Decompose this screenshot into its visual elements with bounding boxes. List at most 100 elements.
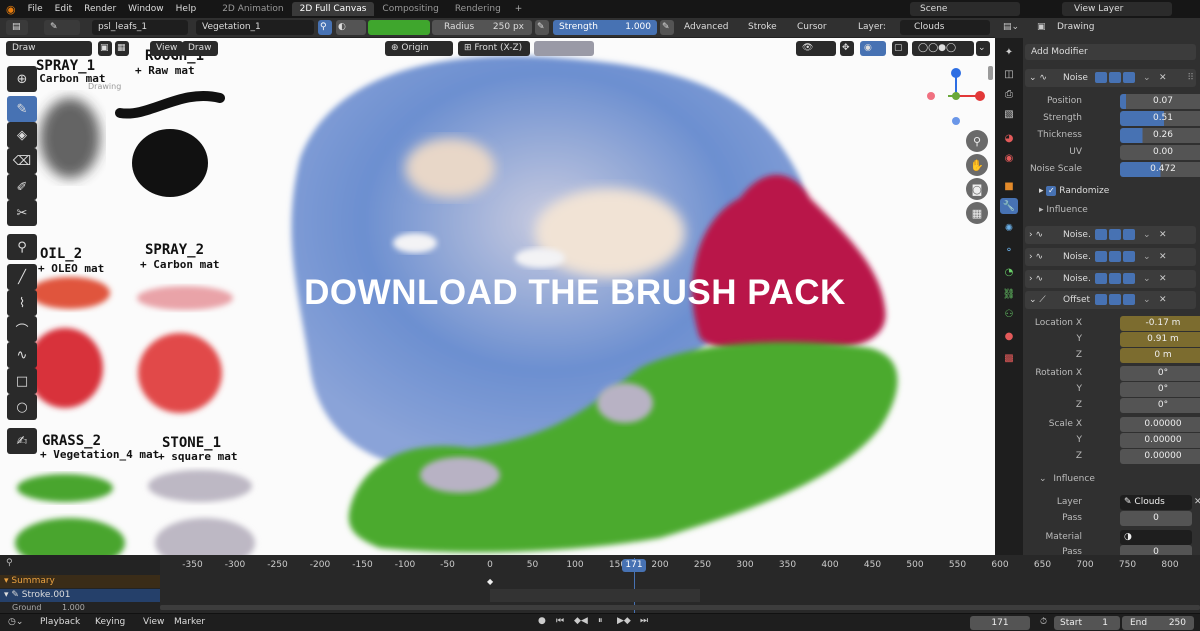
view-layer-selector[interactable]: View Layer	[1062, 2, 1172, 16]
next-keyframe-icon[interactable]: ▶◆	[617, 616, 631, 626]
draw-tool-icon[interactable]: ✎	[7, 96, 37, 122]
curve-tool-icon[interactable]: ∿	[7, 342, 37, 368]
physics-tab-icon[interactable]: ◔	[1000, 264, 1018, 280]
mode-selector[interactable]: Draw	[6, 41, 92, 56]
offset-modifier-header[interactable]: ⌄ ⟋ Offset ⌄ ✕	[1025, 291, 1196, 309]
pass-field[interactable]: 0	[1120, 511, 1192, 526]
blender-logo-icon[interactable]: ◉	[6, 3, 16, 16]
modifier-tab-icon[interactable]: 🔧	[1000, 198, 1018, 214]
jump-end-icon[interactable]: ⏭	[640, 616, 648, 626]
radius-pressure-icon[interactable]: ✎	[535, 20, 549, 35]
layer-filter-field[interactable]: ✎ Clouds	[1120, 495, 1192, 510]
scale-z-field[interactable]: 0.00000	[1120, 449, 1200, 464]
keying-menu[interactable]: Keying	[95, 617, 125, 627]
arc-tool-icon[interactable]: ⌒	[7, 316, 37, 342]
strength-pressure-icon[interactable]: ✎	[660, 20, 674, 35]
pause-icon[interactable]: ⏸	[598, 616, 603, 626]
layer-field[interactable]: Clouds	[900, 20, 990, 35]
render-tab-icon[interactable]: ◫	[1000, 66, 1018, 82]
output-tab-icon[interactable]: ⎙	[1000, 86, 1018, 102]
brush-color-swatch[interactable]	[368, 20, 430, 35]
radius-field[interactable]: Radius 250 px	[432, 20, 532, 35]
object-mode-icon[interactable]: ▣	[98, 41, 112, 56]
material-tab-icon[interactable]: ●	[1000, 328, 1018, 344]
overlay-icon[interactable]: ◉	[860, 41, 886, 56]
xray-icon[interactable]: ▢	[892, 41, 908, 56]
noise-influence-panel[interactable]: ▸ Influence	[1039, 205, 1088, 215]
offset-influence-panel[interactable]: ⌄ Influence	[1039, 474, 1095, 484]
draw-menu[interactable]: Draw	[182, 41, 218, 56]
tint-tool-icon[interactable]: ✐	[7, 174, 37, 200]
tab-2d-full-canvas[interactable]: 2D Full Canvas	[291, 2, 375, 16]
material-filter-field[interactable]: ◑	[1120, 530, 1192, 545]
location-z-field[interactable]: 0 m	[1120, 348, 1200, 363]
view-menu[interactable]: View	[150, 41, 184, 56]
marker-menu[interactable]: Marker	[174, 617, 205, 627]
menu-edit[interactable]: Edit	[49, 4, 78, 14]
noise-modifier-3[interactable]: › ∿ Noise. ⌄ ✕	[1025, 248, 1196, 266]
pan-hand-icon[interactable]: ✋	[966, 154, 988, 176]
menu-window[interactable]: Window	[122, 4, 170, 14]
edit-mode-icon[interactable]: ▦	[115, 41, 129, 56]
editor-type-icon[interactable]: ▤	[6, 20, 28, 35]
clear-layer-icon[interactable]: ✕	[1194, 495, 1200, 510]
ground-channel[interactable]: Ground 1.000	[0, 603, 160, 613]
thickness-field[interactable]: 0.26	[1120, 128, 1200, 143]
circle-tool-icon[interactable]: ○	[7, 394, 37, 420]
zoom-icon[interactable]: ⚲	[966, 130, 988, 152]
strength-field[interactable]: 0.51	[1120, 111, 1200, 126]
modifier-remove-icon[interactable]: ✕	[1159, 69, 1167, 87]
pass2-field[interactable]: 0	[1120, 545, 1192, 555]
texture-tab-icon[interactable]: ▩	[1000, 350, 1018, 366]
search-icon[interactable]: ⚲	[6, 558, 13, 568]
drag-handle-icon[interactable]: ⠿	[1187, 69, 1194, 87]
viewport[interactable]: SPRAY_1 + Carbon mat ROUGH_1 + Raw mat O…	[0, 38, 995, 555]
record-button-icon[interactable]: ●	[538, 616, 546, 626]
tab-2d-animation[interactable]: 2D Animation	[214, 2, 291, 16]
menu-help[interactable]: Help	[170, 4, 203, 14]
scene-selector[interactable]: Scene	[910, 2, 1020, 16]
cutter-tool-icon[interactable]: ✂	[7, 200, 37, 226]
playback-menu[interactable]: Playback	[40, 617, 80, 627]
cursor-tool-icon[interactable]: ⊕	[7, 66, 37, 92]
jump-start-icon[interactable]: ⏮	[556, 616, 564, 626]
object-tab-icon[interactable]: ■	[1000, 178, 1018, 194]
current-frame-field[interactable]: 171	[970, 616, 1030, 630]
keyframe-marker[interactable]: ◆	[487, 577, 493, 586]
noise-modifier-2[interactable]: › ∿ Noise. ⌄ ✕	[1025, 226, 1196, 244]
visibility-icon[interactable]: 👁	[796, 41, 836, 56]
box-tool-icon[interactable]: □	[7, 368, 37, 394]
randomize-toggle[interactable]: ▸ ✓ Randomize	[1039, 186, 1109, 196]
camera-icon[interactable]: ◙	[966, 178, 988, 200]
viewport-scrollbar[interactable]	[988, 66, 993, 80]
properties-editor-icon[interactable]: ▤⌄	[1003, 22, 1019, 32]
rotation-z-field[interactable]: 0°	[1120, 398, 1200, 413]
annotate-tool-icon[interactable]: ✍	[7, 428, 37, 454]
eyedropper-tool-icon[interactable]: ⚲	[7, 234, 37, 260]
shading-dropdown-icon[interactable]: ⌄	[976, 41, 990, 56]
advanced-menu[interactable]: Advanced	[678, 20, 738, 35]
summary-channel[interactable]: ▾ Summary	[0, 575, 160, 588]
add-modifier-button[interactable]: Add Modifier	[1025, 44, 1196, 60]
view-layer-tab-icon[interactable]: ▧	[1000, 106, 1018, 122]
current-frame-marker[interactable]: 171	[622, 559, 646, 572]
tab-rendering[interactable]: Rendering	[447, 2, 509, 16]
location-y-field[interactable]: 0.91 m	[1120, 332, 1200, 347]
strength-field[interactable]: Strength 1.000	[553, 20, 657, 35]
add-workspace-icon[interactable]: +	[515, 4, 523, 14]
view-menu[interactable]: View	[143, 617, 164, 627]
start-frame-field[interactable]: Start 1	[1054, 616, 1120, 630]
prev-keyframe-icon[interactable]: ◆◀	[574, 616, 588, 626]
scale-y-field[interactable]: 0.00000	[1120, 433, 1200, 448]
uv-field[interactable]: 0.00	[1120, 145, 1200, 160]
origin-dropdown[interactable]: ⊕ Origin	[385, 41, 453, 56]
brush-preview-icon[interactable]: ✎	[44, 20, 80, 35]
navigation-gizmo[interactable]	[920, 66, 992, 138]
front-view-dropdown[interactable]: ⊞ Front (X-Z)	[458, 41, 530, 56]
brush-name-field[interactable]: psl_leafs_1	[92, 20, 188, 35]
shading-icons[interactable]: ◯◯●◯	[912, 41, 974, 56]
modifier-visibility-icons[interactable]	[1095, 69, 1137, 87]
start-end-toggle[interactable]: ⏱	[1040, 617, 1047, 627]
frame-ruler[interactable]: -350 -300 -250 -200 -150 -100 -50 0 50 100 150 200 2…	[160, 555, 1200, 573]
editor-type-icon[interactable]: ◷⌄	[8, 617, 23, 627]
